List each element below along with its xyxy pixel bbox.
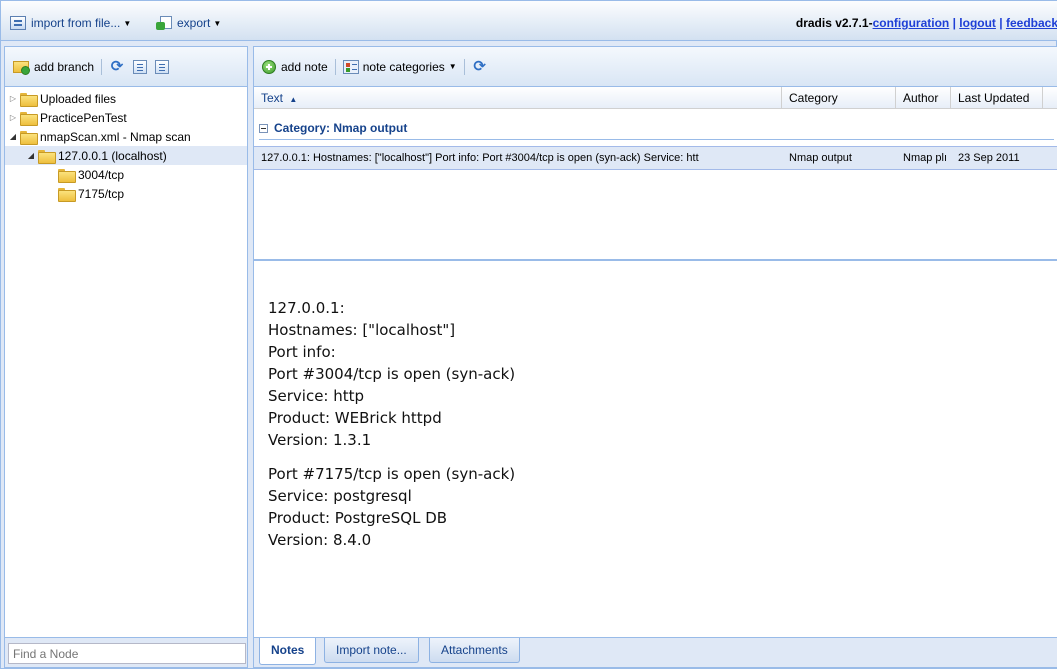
folder-icon	[20, 111, 38, 126]
expand-arrow-icon[interactable]: ▷	[8, 94, 18, 103]
top-toolbar: import from file... ▼ export ▼ dradis v2…	[1, 1, 1057, 41]
collapse-group-icon[interactable]	[259, 123, 268, 133]
cell-author: Nmap plı	[903, 152, 948, 164]
tree-node-label: 3004/tcp	[78, 167, 125, 182]
open-folder-icon	[38, 149, 56, 164]
column-header-category[interactable]: Category	[782, 87, 896, 109]
note-line: Port info:	[268, 343, 336, 361]
node-tree-panel: add branch ⟳ ▷ Uploaded files ▷ Practice…	[4, 46, 248, 668]
import-button[interactable]: import from file... ▼	[10, 14, 131, 32]
note-line: Hostnames: ["localhost"]	[268, 321, 456, 339]
expand-arrow-icon[interactable]: ▷	[8, 113, 18, 122]
configuration-link[interactable]: configuration	[873, 16, 950, 30]
note-content: 127.0.0.1: Hostnames: ["localhost"] Port…	[254, 265, 1057, 637]
collapse-arrow-icon[interactable]: ◢	[26, 151, 36, 160]
expand-all-icon[interactable]	[133, 59, 148, 74]
add-icon	[262, 59, 276, 74]
dropdown-arrow-icon: ▼	[123, 18, 132, 28]
tab-notes[interactable]: Notes	[259, 638, 317, 665]
note-line: Port #7175/tcp is open (syn-ack)	[268, 465, 516, 483]
notes-grid-body: Category: Nmap output 127.0.0.1: Hostnam…	[254, 109, 1057, 261]
group-label: Category: Nmap output	[274, 121, 408, 135]
note-categories-label: note categories	[362, 59, 445, 74]
column-label: Category	[789, 91, 838, 105]
column-label: Author	[903, 91, 939, 105]
column-header-text[interactable]: Text ▲	[254, 87, 782, 109]
folder-icon	[58, 187, 76, 202]
toolbar-divider	[101, 58, 103, 75]
collapse-arrow-icon[interactable]: ◢	[8, 132, 18, 141]
column-label: Last Updated	[958, 91, 1030, 105]
cell-text: 127.0.0.1: Hostnames: ["localhost"] Port…	[261, 152, 699, 164]
app-window: import from file... ▼ export ▼ dradis v2…	[0, 0, 1057, 669]
tree-node-label: nmapScan.xml - Nmap scan	[40, 129, 191, 144]
refresh-icon[interactable]: ⟳	[109, 58, 125, 75]
add-note-button[interactable]: add note	[262, 59, 328, 74]
collapse-all-icon[interactable]	[155, 59, 170, 74]
note-categories-button[interactable]: note categories ▼	[342, 59, 457, 74]
logout-link[interactable]: logout	[959, 16, 996, 30]
note-blank-line	[268, 451, 1057, 463]
column-header-author[interactable]: Author	[896, 87, 951, 109]
note-line: 127.0.0.1:	[268, 299, 345, 317]
add-branch-label: add branch	[34, 59, 95, 74]
cell-category: Nmap output	[789, 152, 852, 164]
tree-node[interactable]: 3004/tcp	[5, 165, 247, 184]
dropdown-arrow-icon: ▼	[448, 62, 457, 71]
brand-area: dradis v2.7.1-configuration | logout | f…	[795, 16, 1057, 30]
bottom-tabs: Notes Import note... Attachments	[254, 637, 1057, 667]
table-row[interactable]: 127.0.0.1: Hostnames: ["localhost"] Port…	[254, 146, 1057, 170]
version-label: dradis v2.7.1-	[795, 16, 873, 30]
tree-toolbar: add branch ⟳	[5, 47, 247, 87]
tree-node[interactable]: ▷ Uploaded files	[5, 89, 247, 108]
add-branch-button[interactable]: add branch	[13, 59, 95, 75]
dropdown-arrow-icon: ▼	[213, 18, 222, 28]
toolbar-divider	[463, 58, 465, 75]
toolbar-divider	[334, 58, 336, 75]
export-icon	[156, 16, 173, 30]
tree-node[interactable]: ◢ nmapScan.xml - Nmap scan	[5, 127, 247, 146]
column-header-last-updated[interactable]: Last Updated	[951, 87, 1043, 109]
group-header[interactable]: Category: Nmap output	[259, 121, 407, 135]
export-label: export	[177, 16, 211, 30]
notes-grid-header: Text ▲ Category Author Last Updated	[254, 87, 1057, 109]
notes-toolbar: add note note categories ▼ ⟳	[254, 47, 1057, 87]
note-line: Product: WEBrick httpd	[268, 409, 442, 427]
open-folder-icon	[20, 130, 38, 145]
tree-node-label: PracticePenTest	[40, 110, 127, 125]
tree-node-label: Uploaded files	[40, 91, 117, 106]
add-note-label: add note	[281, 59, 328, 74]
folder-icon	[58, 168, 76, 183]
tree-node-label: 7175/tcp	[78, 186, 125, 201]
note-line: Port #3004/tcp is open (syn-ack)	[268, 365, 516, 383]
categories-icon	[342, 59, 359, 74]
note-line: Product: PostgreSQL DB	[268, 509, 448, 527]
import-icon	[10, 16, 26, 30]
sort-asc-icon: ▲	[289, 95, 298, 104]
tab-attachments[interactable]: Attachments	[429, 638, 520, 663]
group-divider	[259, 139, 1054, 140]
feedback-link[interactable]: feedback	[1006, 16, 1057, 30]
column-label: Text	[261, 91, 284, 105]
folder-icon	[20, 92, 38, 107]
tab-import-note[interactable]: Import note...	[324, 638, 419, 663]
note-line: Version: 1.3.1	[268, 431, 372, 449]
tree-node[interactable]: ▷ PracticePenTest	[5, 108, 247, 127]
note-line: Service: postgresql	[268, 487, 412, 505]
find-node-bar	[5, 637, 247, 667]
tree-node[interactable]: 7175/tcp	[5, 184, 247, 203]
find-node-input[interactable]	[8, 643, 246, 664]
tree-node-selected[interactable]: ◢ 127.0.0.1 (localhost)	[5, 146, 247, 165]
export-button[interactable]: export ▼	[156, 14, 221, 32]
import-label: import from file...	[31, 16, 121, 30]
refresh-icon[interactable]: ⟳	[472, 58, 488, 75]
tree-node-label: 127.0.0.1 (localhost)	[58, 148, 167, 163]
add-branch-icon	[13, 60, 31, 75]
notes-panel: add note note categories ▼ ⟳ Text ▲ Cate…	[253, 46, 1057, 668]
note-line: Service: http	[268, 387, 365, 405]
cell-updated: 23 Sep 2011	[958, 152, 1020, 164]
node-tree: ▷ Uploaded files ▷ PracticePenTest ◢ nma…	[5, 87, 247, 203]
note-line: Version: 8.4.0	[268, 531, 372, 549]
